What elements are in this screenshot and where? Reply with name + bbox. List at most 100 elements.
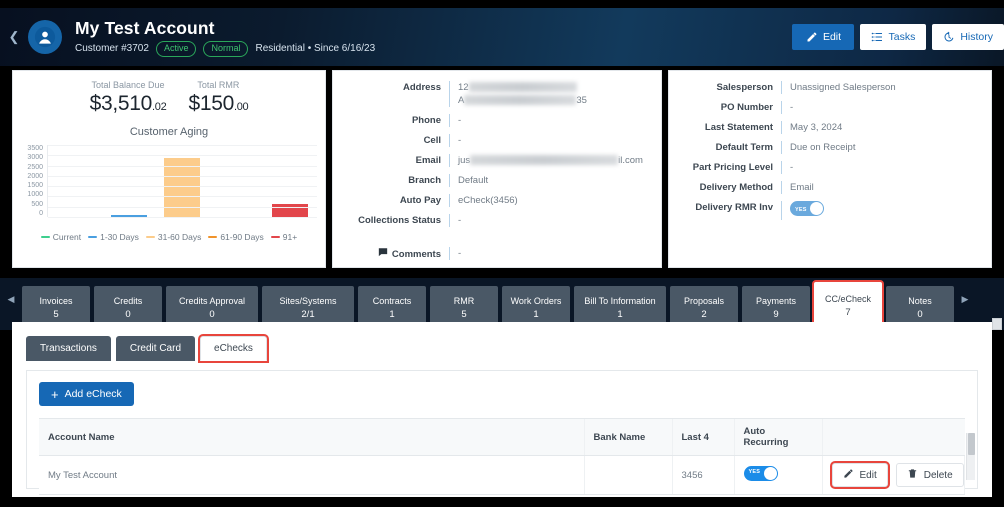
table-vertical-scrollbar[interactable] <box>966 433 975 480</box>
detail-label: Email <box>415 155 441 166</box>
total-balance-due-cents: .02 <box>152 101 167 113</box>
status-badge: Active <box>155 40 197 57</box>
tab-count: 2/1 <box>301 309 315 320</box>
tab-count: 1 <box>617 309 623 320</box>
detail-row: Collections Status - <box>333 214 653 227</box>
table-row: My Test Account 3456 YES Edit Delete <box>39 455 965 495</box>
detail-value: Unassigned Salesperson <box>781 81 983 94</box>
legend-label: Current <box>52 232 82 242</box>
tab-label: Bill To Information <box>584 296 656 306</box>
comments-value: - <box>449 247 661 260</box>
subtab-credit-card[interactable]: Credit Card <box>115 336 196 361</box>
total-rmr-value: $150.00 <box>188 91 248 120</box>
detail-label: Delivery Method <box>699 182 773 193</box>
chart-bar[interactable] <box>272 203 309 217</box>
tab-count: 7 <box>845 307 851 318</box>
legend-swatch <box>88 236 98 238</box>
detail-row: Delivery RMR Inv YES <box>669 201 983 220</box>
detail-row: Email jus il.com <box>333 154 653 167</box>
delete-row-button[interactable]: Delete <box>895 463 964 487</box>
legend-swatch <box>208 236 218 238</box>
total-rmr-cents: .00 <box>233 101 249 113</box>
total-rmr-label: Total RMR <box>197 80 240 90</box>
tab-label: Credits <box>113 296 143 306</box>
detail-value: Due on Receipt <box>781 141 983 154</box>
summary-cards: Total Balance Due $3,510.02 Total RMR $1… <box>12 70 992 268</box>
delivery-rmr-toggle[interactable]: YES <box>790 201 824 216</box>
table-header-row: Account Name Bank Name Last 4 Auto Recur… <box>39 418 965 456</box>
legend-item[interactable]: 31-60 Days <box>145 232 202 242</box>
history-button[interactable]: History <box>932 24 1004 50</box>
y-tick: 500 <box>31 200 43 208</box>
scrollbar-thumb[interactable] <box>968 433 975 455</box>
legend-label: 91+ <box>282 232 298 242</box>
pencil-icon <box>806 31 818 43</box>
detail-value: - <box>449 214 653 227</box>
page-title: My Test Account <box>75 17 215 38</box>
subtab-echecks[interactable]: eChecks <box>200 336 267 361</box>
column-auto-recurring[interactable]: Auto Recurring <box>733 418 822 456</box>
legend-item[interactable]: 61-90 Days <box>208 232 264 242</box>
chart-bar[interactable] <box>164 158 201 217</box>
header-meta: Residential • Since 6/16/23 <box>255 43 376 54</box>
legend-item[interactable]: 1-30 Days <box>88 232 139 242</box>
detail-row: Salesperson Unassigned Salesperson <box>669 81 983 94</box>
total-rmr: Total RMR $150.00 <box>188 79 248 120</box>
customer-number: Customer #3702 <box>75 43 149 54</box>
tab-count: 9 <box>773 309 779 320</box>
tasks-button[interactable]: Tasks <box>860 24 927 50</box>
plus-icon: + <box>51 386 59 402</box>
column-account-name[interactable]: Account Name <box>39 418 584 456</box>
task-list-icon <box>871 31 883 43</box>
tab-label: CC/eCheck <box>824 294 871 304</box>
cc-echeck-panel: Transactions Credit Card eChecks + Add eCh… <box>12 322 992 497</box>
detail-value: - <box>449 134 653 147</box>
gridline <box>48 206 317 208</box>
legend-label: 31-60 Days <box>157 232 202 242</box>
edit-button[interactable]: Edit <box>792 24 855 50</box>
detail-label: Part Pricing Level <box>692 162 773 173</box>
tab-label: Credits Approval <box>178 296 246 306</box>
detail-row: Auto Pay eCheck(3456) <box>333 194 653 207</box>
legend-label: 61-90 Days <box>220 232 264 242</box>
detail-label: Address <box>402 82 441 93</box>
legend-item[interactable]: Current <box>40 232 82 242</box>
detail-label: Salesperson <box>716 82 774 93</box>
detail-row: Address 12 A 35 <box>333 81 653 107</box>
detail-label: Phone <box>411 115 441 126</box>
auto-recurring-toggle[interactable]: YES <box>743 466 778 481</box>
y-tick: 1500 <box>27 182 43 190</box>
cell-bank-name <box>584 455 673 495</box>
y-tick: 1000 <box>27 191 43 199</box>
chart-y-axis: 3500 3000 2500 2000 1500 1000 500 0 <box>17 145 43 217</box>
column-last4[interactable]: Last 4 <box>671 418 734 456</box>
y-tick: 2000 <box>27 172 43 180</box>
trash-icon <box>907 468 918 482</box>
cell-account-name: My Test Account <box>39 455 585 495</box>
edit-row-button[interactable]: Edit <box>831 463 888 487</box>
cell-row-actions: Edit Delete <box>822 455 965 495</box>
gridline <box>48 196 317 198</box>
column-bank-name[interactable]: Bank Name <box>583 418 672 456</box>
detail-value: YES <box>781 201 983 220</box>
tab-count: 0 <box>917 309 923 320</box>
add-echeck-button[interactable]: + Add eCheck <box>39 382 134 406</box>
account-header: ❮ My Test Account Customer #3702 Active … <box>0 8 1004 66</box>
legend-item[interactable]: 91+ <box>270 232 298 242</box>
detail-row: Cell - <box>333 134 653 147</box>
legend-label: 1-30 Days <box>100 232 139 242</box>
app-root: ❮ My Test Account Customer #3702 Active … <box>0 0 1004 507</box>
detail-value: - <box>781 161 983 174</box>
page-scrollbar-arrow[interactable] <box>992 318 1002 330</box>
detail-label: Last Statement <box>704 122 773 133</box>
y-tick: 3500 <box>27 145 43 152</box>
subtab-transactions[interactable]: Transactions <box>26 336 111 361</box>
gridline <box>48 145 317 146</box>
legend-swatch <box>145 236 155 238</box>
detail-row: Branch Default <box>333 174 653 187</box>
chevron-left-icon[interactable]: ❮ <box>0 30 28 45</box>
tab-label: Contracts <box>372 296 412 306</box>
detail-label: Delivery RMR Inv <box>695 202 773 213</box>
detail-value: eCheck(3456) <box>449 194 653 207</box>
detail-row: Last Statement May 3, 2024 <box>669 121 983 134</box>
